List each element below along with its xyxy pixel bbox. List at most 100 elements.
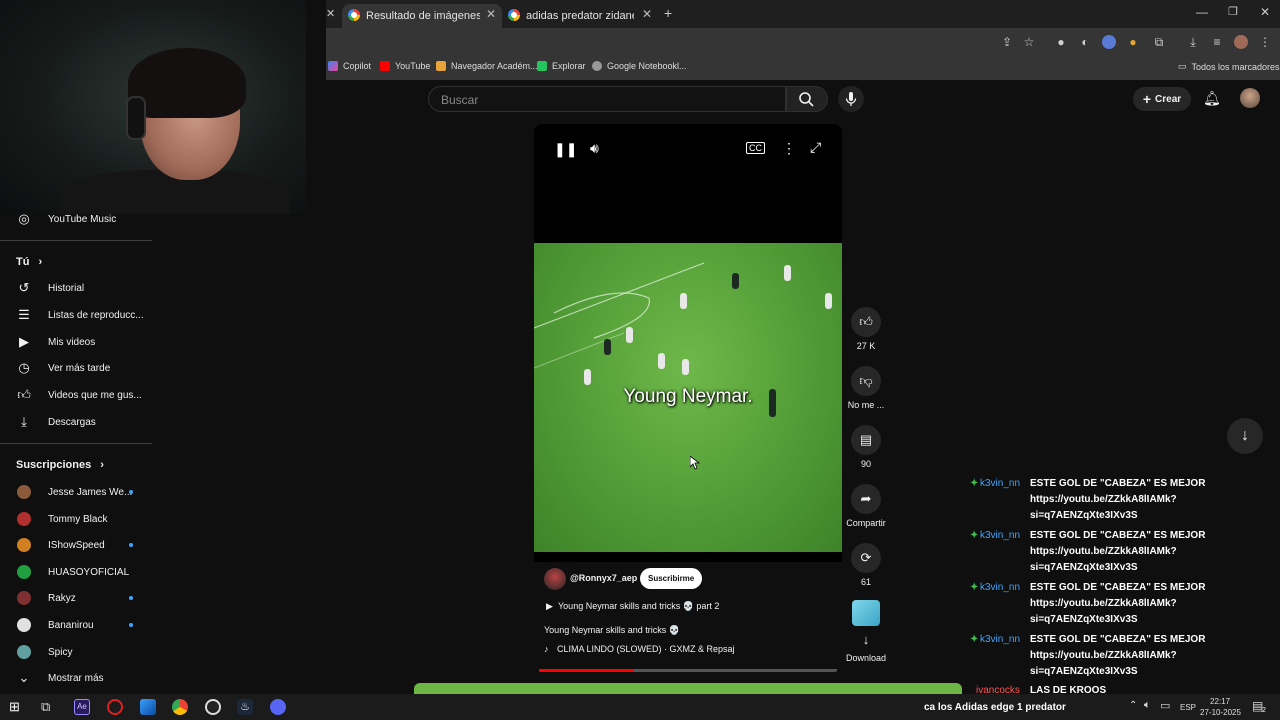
comments-button[interactable]: ▤ 90 xyxy=(844,425,888,469)
sidebar-subscription[interactable]: Bananirou xyxy=(0,612,152,638)
share-button[interactable]: ➦ Compartir xyxy=(844,484,888,528)
playlist-link[interactable]: Young Neymar skills and tricks 💀 part 2 xyxy=(558,601,719,612)
extension-icon[interactable]: ● xyxy=(1054,35,1068,49)
minimize-icon[interactable]: — xyxy=(1196,5,1208,19)
sidebar-subscription[interactable]: Spicy xyxy=(0,639,152,665)
notifications-bell-icon[interactable]: 🔔︎ xyxy=(1203,90,1221,107)
sidebar-item-liked-videos[interactable]: 👍︎ Videos que me gus... xyxy=(0,382,152,408)
fullscreen-icon[interactable]: ⤢ xyxy=(810,139,821,156)
sidebar-item-label: Historial xyxy=(48,282,85,294)
download-icon: ⤓ xyxy=(21,414,27,429)
bookmark-star-icon[interactable]: ☆ xyxy=(1022,35,1036,49)
footballer xyxy=(604,339,611,355)
after-effects-icon[interactable]: Ae xyxy=(74,699,90,715)
sidebar-show-more[interactable]: ⌄ Mostrar más xyxy=(0,665,152,691)
close-window-icon[interactable]: ✕ xyxy=(1260,5,1270,19)
sidebar-item-playlists[interactable]: ☰ Listas de reproducc... xyxy=(0,302,152,328)
speaker-icon[interactable]: 🔈︎ xyxy=(1144,699,1151,712)
tab-google-images[interactable]: Resultado de imágenes de Goo ✕ xyxy=(342,4,502,28)
bookmark-label: Todos los marcadores xyxy=(1191,61,1280,72)
tab-adidas-search[interactable]: adidas predator zidane - Busca ✕ xyxy=(502,4,658,28)
obs-icon[interactable] xyxy=(205,699,221,715)
windows-start-icon[interactable]: ⊞ xyxy=(9,699,20,715)
pause-icon[interactable]: ❚❚ xyxy=(554,141,577,158)
discord-icon[interactable] xyxy=(270,699,286,715)
footballer xyxy=(784,265,791,281)
remix-icon: ⟳ xyxy=(851,543,881,573)
install-app-icon[interactable]: ⇪ xyxy=(1000,35,1014,49)
extension-icon[interactable]: ● xyxy=(1126,35,1140,49)
task-view-icon[interactable]: ⧉ xyxy=(41,699,50,715)
dislike-button[interactable]: 👎︎ No me ... xyxy=(844,366,888,410)
volume-icon[interactable]: 🔊︎ xyxy=(590,140,599,157)
opera-gx-icon[interactable] xyxy=(107,699,123,715)
profile-avatar[interactable] xyxy=(1234,35,1248,49)
footballer xyxy=(658,353,665,369)
divider xyxy=(0,443,152,444)
sidebar-subscription[interactable]: HUASOYOFICIAL xyxy=(0,559,152,585)
bookmark-youtube[interactable]: YouTube xyxy=(380,61,430,71)
new-tab-icon[interactable]: + xyxy=(664,5,672,21)
search-input[interactable]: Buscar xyxy=(428,86,786,112)
all-bookmarks[interactable]: ▭ Todos los marcadores xyxy=(1178,61,1280,72)
sidebar-item-historial[interactable]: ↺ Historial xyxy=(0,275,152,301)
sidebar-item-downloads[interactable]: ⤓ Descargas xyxy=(0,409,152,435)
short-title[interactable]: Young Neymar skills and tricks 💀 xyxy=(544,625,680,636)
music-note-icon: ♪ xyxy=(544,644,549,654)
more-options-icon[interactable]: ⋮ xyxy=(782,140,796,157)
steam-icon[interactable]: ♨ xyxy=(237,699,253,715)
chrome-icon[interactable] xyxy=(172,699,188,715)
close-tab-icon[interactable]: ✕ xyxy=(642,7,652,21)
next-short-button[interactable]: ↓ xyxy=(1227,418,1263,454)
moderator-badge-icon: ✦ xyxy=(970,530,979,541)
extension-icon[interactable]: ◐ xyxy=(1078,35,1092,49)
restore-icon[interactable]: ❐ xyxy=(1228,5,1238,18)
audio-track-link[interactable]: CLIMA LINDO (SLOWED) · GXMZ & Repsaj xyxy=(557,644,735,654)
bookmark-notebooklm[interactable]: Google Notebookl... xyxy=(592,61,687,71)
menu-dots-icon[interactable]: ⋮ xyxy=(1258,35,1272,49)
sidebar-subscriptions-header[interactable]: Suscripciones › xyxy=(16,459,104,471)
account-avatar[interactable] xyxy=(1240,88,1260,108)
sidebar-subscription[interactable]: IShowSpeed xyxy=(0,532,152,558)
sidebar-subscription[interactable]: Jesse James We... xyxy=(0,479,152,505)
media-controls-icon[interactable]: ≡ xyxy=(1210,35,1224,49)
divider xyxy=(0,240,152,241)
bookmark-navegador[interactable]: Navegador Académ... xyxy=(436,61,538,71)
close-tab-icon[interactable]: ✕ xyxy=(486,7,496,21)
sidebar-item-watch-later[interactable]: ◷ Ver más tarde xyxy=(0,355,152,381)
subscribe-button[interactable]: Suscribirme xyxy=(640,568,703,589)
network-icon[interactable]: ▭ xyxy=(1160,699,1170,712)
plus-icon: + xyxy=(1142,91,1152,107)
folder-icon: ▭ xyxy=(1178,61,1187,71)
download-button[interactable]: ↓ Download xyxy=(844,632,888,663)
like-button[interactable]: 👍︎ 27 K xyxy=(844,307,888,351)
clock-date[interactable]: 27-10-2025 xyxy=(1200,708,1241,717)
voice-search-button[interactable] xyxy=(838,86,864,112)
channel-avatar[interactable] xyxy=(544,568,566,590)
bookmark-copilot[interactable]: Copilot xyxy=(328,61,371,71)
create-button[interactable]: + Crear xyxy=(1133,87,1191,111)
close-tab-icon[interactable]: ✕ xyxy=(326,7,335,20)
channel-name: Rakyz xyxy=(48,592,76,604)
clock-time[interactable]: 22:17 xyxy=(1210,697,1230,706)
captions-icon[interactable]: CC xyxy=(746,142,765,154)
share-label: Compartir xyxy=(846,518,886,528)
app-icon[interactable] xyxy=(140,699,156,715)
extensions-puzzle-icon[interactable]: ⧉ xyxy=(1152,35,1166,49)
shorts-player[interactable]: ❚❚ 🔊︎ CC ⋮ ⤢ Young Neymar. @Ronnyx7_aep … xyxy=(534,124,842,672)
channel-name[interactable]: @Ronnyx7_aep xyxy=(570,573,637,583)
sound-thumbnail[interactable] xyxy=(852,600,880,626)
sidebar-item-my-videos[interactable]: ▶ Mis videos xyxy=(0,329,152,355)
sidebar-you-header[interactable]: Tú › xyxy=(16,256,42,268)
bookmark-explorar[interactable]: Explorar xyxy=(537,61,586,71)
google-icon xyxy=(508,9,520,21)
extension-icon[interactable] xyxy=(1102,35,1116,49)
sidebar-subscription[interactable]: Rakyz xyxy=(0,585,152,611)
search-button[interactable] xyxy=(786,86,828,112)
sidebar-subscription[interactable]: Tommy Black xyxy=(0,506,152,532)
chevron-up-icon[interactable]: ⌃ xyxy=(1129,700,1137,711)
download-icon[interactable]: ⤓ xyxy=(1186,35,1200,49)
remix-button[interactable]: ⟳ 61 xyxy=(844,543,888,587)
language-indicator[interactable]: ESP xyxy=(1180,703,1196,712)
sidebar-item-youtube-music[interactable]: ◎ YouTube Music xyxy=(0,206,152,232)
